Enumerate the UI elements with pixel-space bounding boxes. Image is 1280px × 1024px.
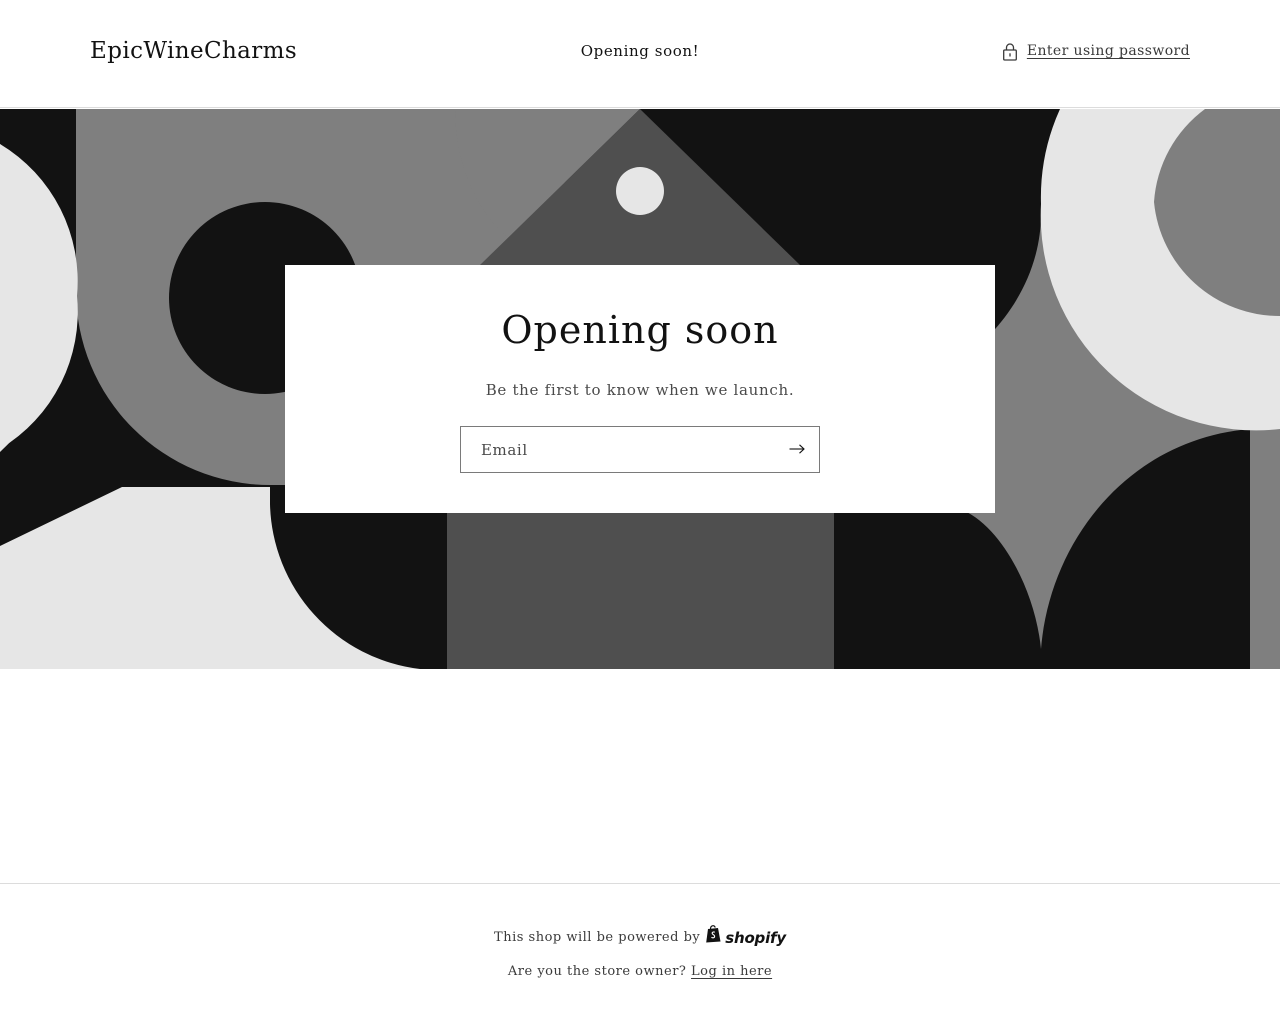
- powered-by-text: This shop will be powered by: [494, 929, 701, 945]
- page-title: Opening soon: [501, 308, 779, 352]
- lock-icon: [1002, 42, 1018, 61]
- email-form: [460, 426, 820, 473]
- arrow-right-icon: [789, 442, 805, 457]
- site-footer: This shop will be powered by shopify Are…: [0, 883, 1280, 1024]
- subscribe-button[interactable]: [775, 427, 819, 472]
- page-subtitle: Be the first to know when we launch.: [485, 381, 795, 399]
- login-link[interactable]: Log in here: [691, 964, 772, 979]
- site-header: EpicWineCharms Opening soon! Enter using…: [0, 0, 1280, 108]
- email-input[interactable]: [461, 427, 776, 472]
- shopify-logo[interactable]: shopify: [705, 924, 786, 951]
- enter-password-label: Enter using password: [1026, 43, 1190, 59]
- newsletter-card: Opening soon Be the first to know when w…: [285, 265, 995, 513]
- store-owner-line: Are you the store owner? Log in here: [0, 961, 1280, 983]
- enter-password-link[interactable]: Enter using password: [1002, 40, 1190, 62]
- shopify-wordmark: shopify: [725, 928, 786, 947]
- shopify-bag-icon: [705, 924, 722, 951]
- store-owner-text: Are you the store owner?: [507, 964, 687, 979]
- powered-by: This shop will be powered by shopify: [0, 924, 1280, 951]
